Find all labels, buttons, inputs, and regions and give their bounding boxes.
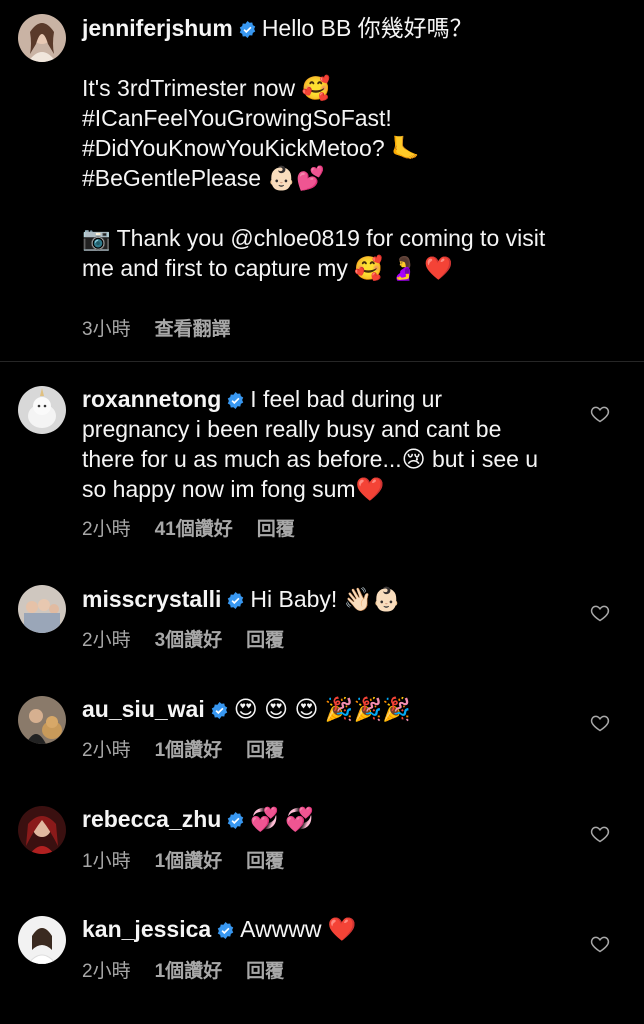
timestamp: 1小時 bbox=[82, 851, 131, 872]
avatar[interactable] bbox=[18, 14, 66, 62]
timestamp: 2小時 bbox=[82, 740, 131, 761]
verified-badge-icon bbox=[227, 812, 244, 829]
caption-meta: 3小時 查看翻譯 bbox=[82, 314, 255, 341]
caption-first-line: jenniferjshum Hello BB 你幾好嗎？ bbox=[82, 13, 592, 43]
comment-text: 💞 💞 bbox=[250, 806, 315, 832]
comment-body: rebecca_zhu 💞 💞 bbox=[82, 804, 552, 834]
username[interactable]: misscrystalli bbox=[82, 586, 221, 612]
caption-hashtag[interactable]: #DidYouKnowYouKickMetoo? 🦶 bbox=[82, 133, 592, 163]
avatar[interactable] bbox=[18, 916, 66, 964]
verified-badge-icon bbox=[227, 392, 244, 409]
username[interactable]: rebecca_zhu bbox=[82, 806, 221, 832]
likes-count[interactable]: 1個讚好 bbox=[155, 961, 223, 982]
like-heart-icon[interactable] bbox=[590, 824, 610, 844]
verified-badge-icon bbox=[239, 21, 256, 38]
divider bbox=[0, 361, 644, 362]
comment-text: 😍 😍 😍 🎉🎉🎉 bbox=[233, 696, 411, 722]
comment-body: au_siu_wai 😍 😍 😍 🎉🎉🎉 bbox=[82, 694, 552, 724]
verified-badge-icon bbox=[227, 592, 244, 609]
timestamp: 2小時 bbox=[82, 519, 131, 540]
comment-meta: 2小時 3個讚好 回覆 bbox=[82, 625, 308, 652]
username[interactable]: jenniferjshum bbox=[82, 15, 233, 41]
like-heart-icon[interactable] bbox=[590, 713, 610, 733]
likes-count[interactable]: 1個讚好 bbox=[155, 851, 223, 872]
comment-meta: 2小時 1個讚好 回覆 bbox=[82, 735, 308, 762]
like-heart-icon[interactable] bbox=[590, 603, 610, 623]
comment-text: Awwww ❤️ bbox=[240, 916, 357, 942]
comment-meta: 2小時 41個讚好 回覆 bbox=[82, 514, 319, 541]
username[interactable]: roxannetong bbox=[82, 386, 221, 412]
comment-meta: 2小時 1個讚好 回覆 bbox=[82, 956, 308, 983]
verified-badge-icon bbox=[211, 702, 228, 719]
comment-body: roxannetong I feel bad during ur pregnanc… bbox=[82, 384, 552, 504]
see-translation-link[interactable]: 查看翻譯 bbox=[155, 319, 231, 340]
caption-body: jenniferjshum Hello BB 你幾好嗎？ It's 3rdTrim… bbox=[82, 13, 592, 283]
timestamp: 2小時 bbox=[82, 630, 131, 651]
reply-button[interactable]: 回覆 bbox=[246, 961, 284, 982]
reply-button[interactable]: 回覆 bbox=[246, 740, 284, 761]
caption-greeting: Hello BB 你幾好嗎？ bbox=[261, 15, 473, 41]
reply-button[interactable]: 回覆 bbox=[246, 630, 284, 651]
timestamp: 3小時 bbox=[82, 319, 131, 340]
likes-count[interactable]: 41個讚好 bbox=[155, 519, 233, 540]
reply-button[interactable]: 回覆 bbox=[246, 851, 284, 872]
likes-count[interactable]: 1個讚好 bbox=[155, 740, 223, 761]
avatar[interactable] bbox=[18, 386, 66, 434]
caption-photo-credit-cont: me and first to capture my 🥰 🤰 ❤️ bbox=[82, 255, 453, 281]
reply-button[interactable]: 回覆 bbox=[257, 519, 295, 540]
avatar[interactable] bbox=[18, 806, 66, 854]
verified-badge-icon bbox=[217, 922, 234, 939]
timestamp: 2小時 bbox=[82, 961, 131, 982]
like-heart-icon[interactable] bbox=[590, 934, 610, 954]
avatar[interactable] bbox=[18, 585, 66, 633]
comment-body: kan_jessica Awwww ❤️ bbox=[82, 914, 552, 944]
caption-hashtag[interactable]: #BeGentlePlease 👶🏻💕 bbox=[82, 163, 592, 193]
username[interactable]: au_siu_wai bbox=[82, 696, 205, 722]
comment-body: misscrystalli Hi Baby! 👋🏻👶🏻 bbox=[82, 584, 552, 614]
comment-text: Hi Baby! 👋🏻👶🏻 bbox=[250, 586, 401, 612]
caption-hashtag[interactable]: #ICanFeelYouGrowingSoFast! bbox=[82, 103, 592, 133]
comment-meta: 1小時 1個讚好 回覆 bbox=[82, 846, 308, 873]
caption-line: It's 3rdTrimester now 🥰 bbox=[82, 75, 331, 101]
like-heart-icon[interactable] bbox=[590, 404, 610, 424]
username[interactable]: kan_jessica bbox=[82, 916, 211, 942]
likes-count[interactable]: 3個讚好 bbox=[155, 630, 223, 651]
avatar[interactable] bbox=[18, 696, 66, 744]
caption-photo-credit: 📷 Thank you @chloe0819 for coming to vis… bbox=[82, 225, 546, 251]
